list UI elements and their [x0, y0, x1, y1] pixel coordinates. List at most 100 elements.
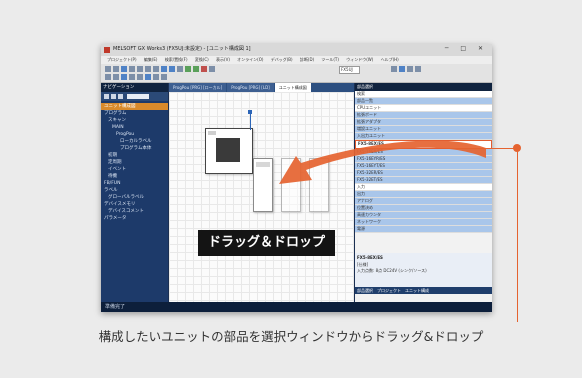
toolbar: FX5UJ [101, 64, 492, 83]
menu-item-help[interactable]: ヘルプ(H) [381, 57, 399, 62]
ladder-coil-icon[interactable] [113, 74, 119, 80]
convert-icon[interactable] [185, 66, 191, 72]
write-plc-icon[interactable] [193, 66, 199, 72]
menu-item-debug[interactable]: デバッグ(B) [271, 57, 293, 62]
online-data-icon[interactable] [399, 66, 405, 72]
tree-item[interactable]: 定周期 [101, 159, 168, 166]
save-icon[interactable] [121, 66, 127, 72]
unit-config-canvas[interactable] [169, 92, 354, 302]
pane-tab-parts[interactable]: 部品選択 [357, 287, 373, 294]
tree-item[interactable]: ユニット構成図 [101, 103, 168, 110]
menu-item-window[interactable]: ウィンドウ(W) [346, 57, 373, 62]
part-description-panel: FX5-8EX/ES [仕様] 入力点数: 8点 DC24V (シンク/ソース)… [355, 253, 492, 294]
window-controls[interactable]: ─ □ ✕ [445, 45, 488, 52]
app-icon [104, 47, 110, 53]
ghost-unit [309, 158, 329, 212]
cut-icon[interactable] [137, 66, 143, 72]
menu-item-online[interactable]: オンライン(O) [237, 57, 263, 62]
open-icon[interactable] [113, 66, 119, 72]
device-icon[interactable] [153, 74, 159, 80]
selected-part-row[interactable]: FX5-8EX/ES [355, 140, 492, 149]
menu-item-find[interactable]: 検索/置換(F) [165, 57, 188, 62]
navigation-filter-box[interactable] [127, 94, 149, 99]
list-item[interactable]: ネットワーク [355, 219, 492, 226]
list-item[interactable]: CPUユニット [355, 105, 492, 112]
list-item[interactable]: FX5-32ET/ES [355, 177, 492, 184]
paste-icon[interactable] [153, 66, 159, 72]
list-item[interactable]: 出力 [355, 191, 492, 198]
pane-tab-project[interactable]: プロジェクト [377, 287, 401, 294]
part-description-title: FX5-8EX/ES [357, 255, 383, 260]
print-icon[interactable] [129, 66, 135, 72]
tree-item[interactable]: 初期 [101, 152, 168, 159]
tab-ladder-local[interactable]: ProgPou [PRG] [ローカル] [169, 83, 227, 92]
menu-item-edit[interactable]: 編集(E) [144, 57, 158, 62]
parts-search-field[interactable]: 検索 [355, 91, 492, 98]
view-icon[interactable] [104, 94, 109, 99]
copy-icon[interactable] [145, 66, 151, 72]
list-item[interactable]: FX5-16EX/ES [355, 149, 492, 156]
line-icon[interactable] [129, 74, 135, 80]
navigation-tools [101, 92, 168, 101]
list-item[interactable]: 電源 [355, 226, 492, 233]
comment-icon[interactable] [161, 74, 167, 80]
placed-io-unit[interactable] [253, 158, 273, 212]
bus-connector-handle[interactable] [248, 110, 252, 114]
list-item[interactable]: FX5-16EYR/ES [355, 156, 492, 163]
cpu-type-combo[interactable]: FX5UJ [339, 66, 360, 74]
undo-icon[interactable] [161, 66, 167, 72]
read-plc-icon[interactable] [201, 66, 207, 72]
menu-item-tools[interactable]: ツール(T) [321, 57, 339, 62]
list-item[interactable]: 増設ユニット [355, 126, 492, 133]
find-icon[interactable] [177, 66, 183, 72]
function-icon[interactable] [121, 74, 127, 80]
delete-line-icon[interactable] [137, 74, 143, 80]
tree-item[interactable]: ProgPou [101, 131, 168, 138]
tree-item[interactable]: プログラム [101, 110, 168, 117]
tree-item[interactable]: ラベル [101, 187, 168, 194]
new-project-icon[interactable] [105, 66, 111, 72]
redo-icon[interactable] [169, 66, 175, 72]
ladder-contact-icon[interactable] [105, 74, 111, 80]
pane-tab-unit[interactable]: ユニット構成 [405, 287, 429, 294]
tree-item[interactable]: スキャン [101, 117, 168, 124]
tree-item[interactable]: デバイスメモリ [101, 201, 168, 208]
tree-item[interactable]: デバイスコメント [101, 208, 168, 215]
list-item[interactable]: 高速カウンタ [355, 212, 492, 219]
layout-icon[interactable] [415, 66, 421, 72]
tree-item[interactable]: MAIN [101, 124, 168, 131]
monitor-icon[interactable] [209, 66, 215, 72]
tree-item[interactable]: ローカルラベル [101, 138, 168, 145]
tree-item[interactable]: FB/FUN [101, 180, 168, 187]
wave-icon[interactable] [391, 66, 397, 72]
list-item[interactable]: 拡張アダプタ [355, 119, 492, 126]
menu-bar: プロジェクト(P) 編集(E) 検索/置換(F) 変換(C) 表示(V) オンラ… [101, 56, 492, 64]
project-tree: ユニット構成図 プログラム スキャン MAIN ProgPou ローカルラベル … [101, 101, 168, 222]
tree-item[interactable]: パラメータ [101, 215, 168, 222]
list-item[interactable]: 入出力ユニット [355, 133, 492, 140]
menu-item-convert[interactable]: 変換(C) [195, 57, 209, 62]
toolbar-row-1 [105, 66, 215, 72]
tree-item[interactable]: イベント [101, 166, 168, 173]
list-item[interactable]: FX5-32ER/ES [355, 170, 492, 177]
list-item[interactable]: 位置決め [355, 205, 492, 212]
tab-unit-config[interactable]: ユニット構成図 [274, 83, 311, 92]
tree-item[interactable]: 待機 [101, 173, 168, 180]
zoom-icon[interactable] [145, 74, 151, 80]
list-item[interactable]: FX5-16EYT/ES [355, 163, 492, 170]
settings-icon[interactable] [407, 66, 413, 72]
toolbar-row-2 [105, 74, 167, 80]
filter-icon[interactable] [111, 94, 116, 99]
menu-item-project[interactable]: プロジェクト(P) [107, 57, 137, 62]
menu-item-diagnose[interactable]: 診断(D) [300, 57, 314, 62]
tree-item[interactable]: グローバルラベル [101, 194, 168, 201]
tree-item[interactable]: プログラム本体 [101, 145, 168, 152]
list-item[interactable]: 拡張ボード [355, 112, 492, 119]
list-item[interactable]: アナログ [355, 198, 492, 205]
cpu-unit[interactable] [205, 128, 253, 174]
tab-ladder[interactable]: ProgPou [PRG] [LD] [227, 83, 274, 92]
menu-item-view[interactable]: 表示(V) [216, 57, 230, 62]
search-icon[interactable] [118, 94, 123, 99]
list-item[interactable]: 入力 [355, 184, 492, 191]
status-bar: 準備完了 [101, 302, 492, 312]
